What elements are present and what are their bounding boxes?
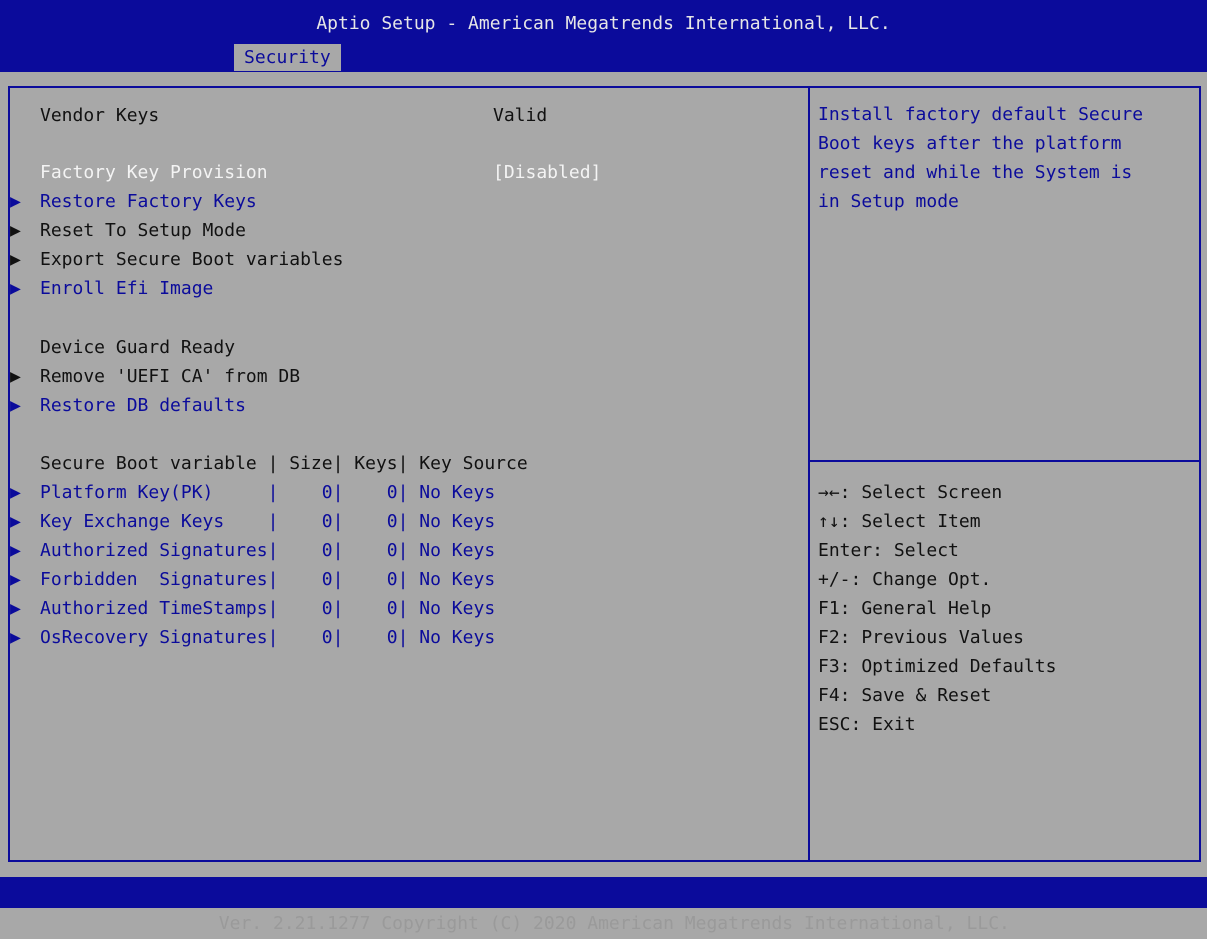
help-description-line: in Setup mode xyxy=(818,191,959,212)
help-description-line: Boot keys after the platform xyxy=(818,133,1122,154)
device-guard-ready-label: Device Guard Ready xyxy=(40,337,236,358)
table-header-text: Secure Boot variable | Size| Keys| Key S… xyxy=(40,453,528,474)
main-frame: Vendor Keys Valid Factory Key Provision … xyxy=(8,86,1201,862)
submenu-label: Export Secure Boot variables xyxy=(40,249,344,270)
key-hint-select-item: ↑↓: Select Item xyxy=(818,511,981,532)
submenu-label: Enroll Efi Image xyxy=(40,278,214,299)
submenu-arrow-icon: ▶ xyxy=(10,569,21,590)
submenu-arrow-icon: ▶ xyxy=(10,395,21,416)
submenu-arrow-icon: ▶ xyxy=(10,627,21,648)
app-title: Aptio Setup - American Megatrends Intern… xyxy=(316,13,891,34)
submenu-arrow-icon: ▶ xyxy=(10,278,21,299)
table-row[interactable]: ▶ Platform Key(PK) | 0| 0| No Keys xyxy=(10,481,495,505)
submenu-remove-uefi-ca[interactable]: ▶ Remove 'UEFI CA' from DB xyxy=(10,365,300,389)
submenu-arrow-icon: ▶ xyxy=(10,540,21,561)
key-hint-optimized-defaults: F3: Optimized Defaults xyxy=(818,656,1057,677)
help-description-line: Install factory default Secure xyxy=(818,104,1144,125)
table-row[interactable]: ▶ OsRecovery Signatures| 0| 0| No Keys xyxy=(10,626,495,650)
key-hint-exit: ESC: Exit xyxy=(818,714,916,735)
factory-key-provision-value[interactable]: [Disabled] xyxy=(493,161,601,185)
submenu-label: Reset To Setup Mode xyxy=(40,220,246,241)
table-row-text: Authorized TimeStamps| 0| 0| No Keys xyxy=(40,598,496,619)
footer-copyright: Ver. 2.21.1277 Copyright (C) 2020 Americ… xyxy=(218,913,1010,934)
submenu-export-secure-boot-variables[interactable]: ▶ Export Secure Boot variables xyxy=(10,248,343,272)
table-row[interactable]: ▶ Forbidden Signatures| 0| 0| No Keys xyxy=(10,568,495,592)
submenu-reset-to-setup-mode[interactable]: ▶ Reset To Setup Mode xyxy=(10,219,246,243)
tab-security[interactable]: Security xyxy=(234,44,341,71)
vendor-keys-value: Valid xyxy=(493,105,548,126)
factory-key-provision-label: Factory Key Provision xyxy=(40,162,268,183)
key-hint-general-help: F1: General Help xyxy=(818,598,992,619)
header-bar: Aptio Setup - American Megatrends Intern… xyxy=(0,0,1207,72)
table-row-text: Key Exchange Keys | 0| 0| No Keys xyxy=(40,511,496,532)
submenu-arrow-icon: ▶ xyxy=(10,366,21,387)
secure-boot-table-header: Secure Boot variable | Size| Keys| Key S… xyxy=(10,452,528,476)
vendor-keys-label: Vendor Keys xyxy=(40,105,160,126)
factory-key-provision-row[interactable]: Factory Key Provision [Disabled] xyxy=(10,161,601,185)
key-hint-select-screen: →←: Select Screen xyxy=(818,482,1003,503)
key-hint-change-opt: +/-: Change Opt. xyxy=(818,569,992,590)
help-description-line: reset and while the System is xyxy=(818,162,1133,183)
table-row[interactable]: ▶ Authorized Signatures| 0| 0| No Keys xyxy=(10,539,495,563)
key-hint-previous-values: F2: Previous Values xyxy=(818,627,1024,648)
table-row[interactable]: ▶ Key Exchange Keys | 0| 0| No Keys xyxy=(10,510,495,534)
submenu-label: Restore DB defaults xyxy=(40,395,246,416)
device-guard-ready-row: Device Guard Ready xyxy=(10,336,235,360)
submenu-arrow-icon: ▶ xyxy=(10,191,21,212)
table-row-text: OsRecovery Signatures| 0| 0| No Keys xyxy=(40,627,496,648)
submenu-label: Remove 'UEFI CA' from DB xyxy=(40,366,301,387)
table-row-text: Forbidden Signatures| 0| 0| No Keys xyxy=(40,569,496,590)
submenu-arrow-icon: ▶ xyxy=(10,598,21,619)
submenu-label: Restore Factory Keys xyxy=(40,191,257,212)
vertical-divider xyxy=(808,88,810,860)
submenu-arrow-icon: ▶ xyxy=(10,249,21,270)
submenu-enroll-efi-image[interactable]: ▶ Enroll Efi Image xyxy=(10,277,213,301)
submenu-arrow-icon: ▶ xyxy=(10,220,21,241)
submenu-arrow-icon: ▶ xyxy=(10,511,21,532)
submenu-restore-factory-keys[interactable]: ▶ Restore Factory Keys xyxy=(10,190,257,214)
submenu-arrow-icon: ▶ xyxy=(10,482,21,503)
table-row[interactable]: ▶ Authorized TimeStamps| 0| 0| No Keys xyxy=(10,597,495,621)
help-divider xyxy=(810,460,1201,462)
table-row-text: Authorized Signatures| 0| 0| No Keys xyxy=(40,540,496,561)
vendor-keys-row: Vendor Keys Valid xyxy=(10,104,547,128)
submenu-restore-db-defaults[interactable]: ▶ Restore DB defaults xyxy=(10,394,246,418)
footer-bar: Ver. 2.21.1277 Copyright (C) 2020 Americ… xyxy=(0,877,1207,934)
table-row-text: Platform Key(PK) | 0| 0| No Keys xyxy=(40,482,496,503)
key-hint-save-reset: F4: Save & Reset xyxy=(818,685,992,706)
key-hint-enter: Enter: Select xyxy=(818,540,959,561)
